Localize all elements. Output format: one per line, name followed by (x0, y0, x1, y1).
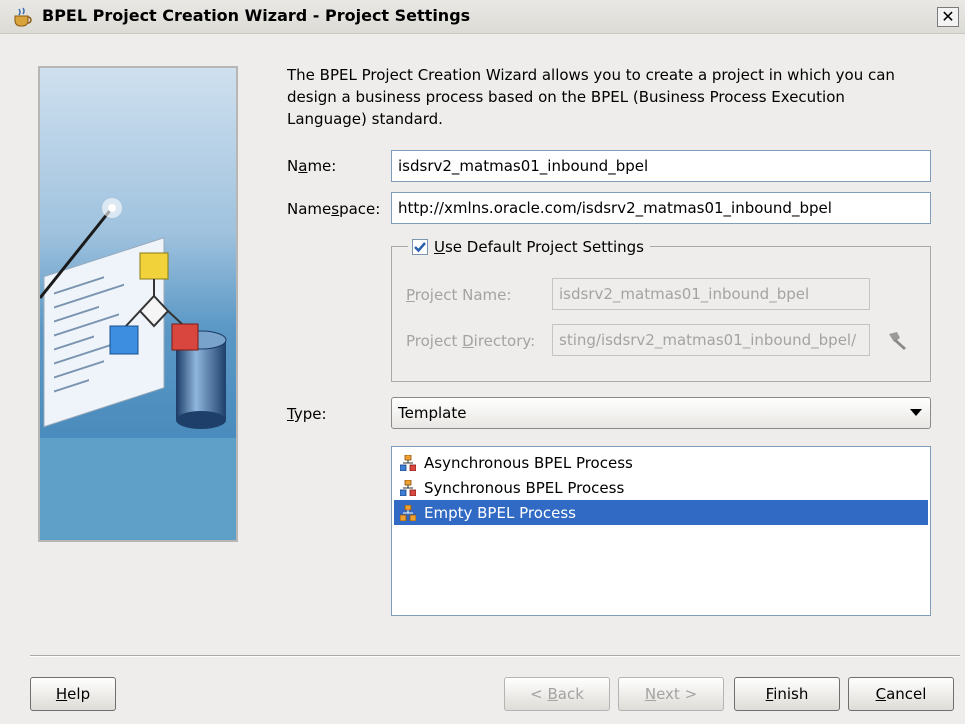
list-item-label: Synchronous BPEL Process (424, 478, 625, 497)
wizard-window: BPEL Project Creation Wizard - Project S… (0, 0, 965, 724)
project-directory-field[interactable]: sting/isdsrv2_matmas01_inbound_bpel/ (552, 324, 870, 356)
finish-button[interactable]: Finish (734, 677, 840, 711)
chevron-down-icon (910, 409, 922, 416)
list-item-label: Empty BPEL Process (424, 503, 576, 522)
project-directory-label: Project Directory: (406, 332, 536, 350)
type-selected-value: Template (398, 404, 467, 422)
checkmark-icon (414, 242, 426, 253)
close-button[interactable]: ✕ (937, 7, 959, 27)
flashlight-browse-icon[interactable] (886, 330, 910, 352)
list-item[interactable]: Empty BPEL Process (394, 500, 928, 525)
namespace-label: Namespace: (287, 200, 381, 218)
intro-description: The BPEL Project Creation Wizard allows … (287, 66, 895, 128)
window-title: BPEL Project Creation Wizard - Project S… (42, 6, 471, 25)
checkbox-box[interactable] (412, 239, 428, 255)
project-name-label: Project Name: (406, 286, 512, 304)
name-field[interactable]: isdsrv2_matmas01_inbound_bpel (391, 150, 931, 182)
title-bar[interactable]: BPEL Project Creation Wizard - Project S… (0, 0, 965, 34)
list-item-label: Asynchronous BPEL Process (424, 453, 633, 472)
close-icon: ✕ (941, 7, 955, 26)
list-item[interactable]: Asynchronous BPEL Process (394, 450, 928, 475)
bpel-process-icon (400, 504, 416, 521)
project-name-field[interactable]: isdsrv2_matmas01_inbound_bpel (552, 278, 870, 310)
use-default-settings-label: Use Default Project Settings (434, 238, 644, 256)
coffee-cup-icon (14, 7, 32, 27)
default-settings-group (391, 246, 931, 382)
namespace-field[interactable]: http://xmlns.oracle.com/isdsrv2_matmas01… (391, 192, 931, 224)
list-item[interactable]: Synchronous BPEL Process (394, 475, 928, 500)
name-label: Name: (287, 157, 337, 175)
wizard-illustration-graphic (40, 68, 236, 540)
template-list[interactable]: Asynchronous BPEL Process Synchronous BP… (391, 446, 931, 616)
help-button[interactable]: Help (30, 677, 116, 711)
bpel-process-icon (400, 454, 416, 471)
wizard-illustration (38, 66, 238, 542)
footer-separator (30, 655, 960, 657)
next-button[interactable]: Next > (618, 677, 724, 711)
type-dropdown[interactable]: Template (391, 397, 931, 429)
bpel-process-icon (400, 479, 416, 496)
back-button[interactable]: < Back (504, 677, 610, 711)
use-default-settings-checkbox[interactable]: Use Default Project Settings (408, 235, 650, 259)
type-label: Type: (287, 405, 327, 423)
cancel-button[interactable]: Cancel (848, 677, 954, 711)
